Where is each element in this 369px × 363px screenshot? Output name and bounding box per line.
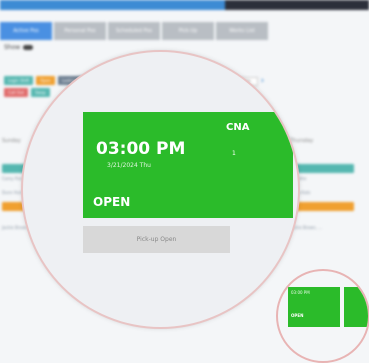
- shift-name: Timothe: [290, 176, 307, 181]
- legend-chip[interactable]: Call Out: [4, 88, 28, 97]
- day-column: Thursday Timothe Dena Kale Jackie Brown,…: [290, 138, 354, 231]
- tab-bar: Active Pos Personal Pos Scheduled Pos Pi…: [0, 22, 268, 40]
- shift-date: 3/21/2024 Thu: [107, 162, 151, 169]
- mini-shift-card[interactable]: 03:00 PM OPEN: [288, 287, 340, 327]
- tab-personal[interactable]: Personal Pos: [54, 22, 106, 40]
- legend-chip[interactable]: Login Shift: [4, 76, 34, 85]
- shift-role: CNA: [226, 122, 250, 133]
- shift-name: Jackie Brown, ...: [290, 225, 322, 230]
- shift-name: Dena Kale: [290, 190, 311, 195]
- legend-chip[interactable]: Swap: [31, 88, 50, 97]
- tab-works[interactable]: Works List: [216, 22, 268, 40]
- shift-slot[interactable]: [290, 202, 354, 211]
- toggle-label: Show: [4, 44, 21, 51]
- toggle-switch[interactable]: [23, 45, 34, 50]
- toggle-row: Show: [4, 44, 34, 51]
- shift-status: OPEN: [93, 195, 131, 209]
- pickup-open-button[interactable]: Pick-up Open: [83, 226, 230, 253]
- shift-time: 03:00 PM: [96, 139, 186, 159]
- shift-slot[interactable]: [290, 164, 354, 173]
- day-header: Thursday: [290, 138, 314, 144]
- mini-shift-card-right[interactable]: [344, 287, 368, 327]
- magnifier-lens: 03:00 PM 3/21/2024 Thu CNA 1 OPEN Pick-u…: [23, 52, 298, 327]
- mini-shift-status: OPEN: [291, 313, 304, 318]
- tab-pickup[interactable]: Pick-Up: [162, 22, 214, 40]
- top-bar: [0, 0, 369, 10]
- tab-active[interactable]: Active Pos: [0, 22, 52, 40]
- tab-scheduled[interactable]: Scheduled Pos: [108, 22, 160, 40]
- small-magnifier: 03:00 PM OPEN: [276, 269, 369, 363]
- chevron-right-icon[interactable]: ›: [261, 76, 265, 86]
- shift-count: 1: [232, 150, 236, 157]
- legend-chip[interactable]: Open: [36, 76, 55, 85]
- open-shift-card[interactable]: 03:00 PM 3/21/2024 Thu CNA 1 OPEN: [83, 112, 293, 218]
